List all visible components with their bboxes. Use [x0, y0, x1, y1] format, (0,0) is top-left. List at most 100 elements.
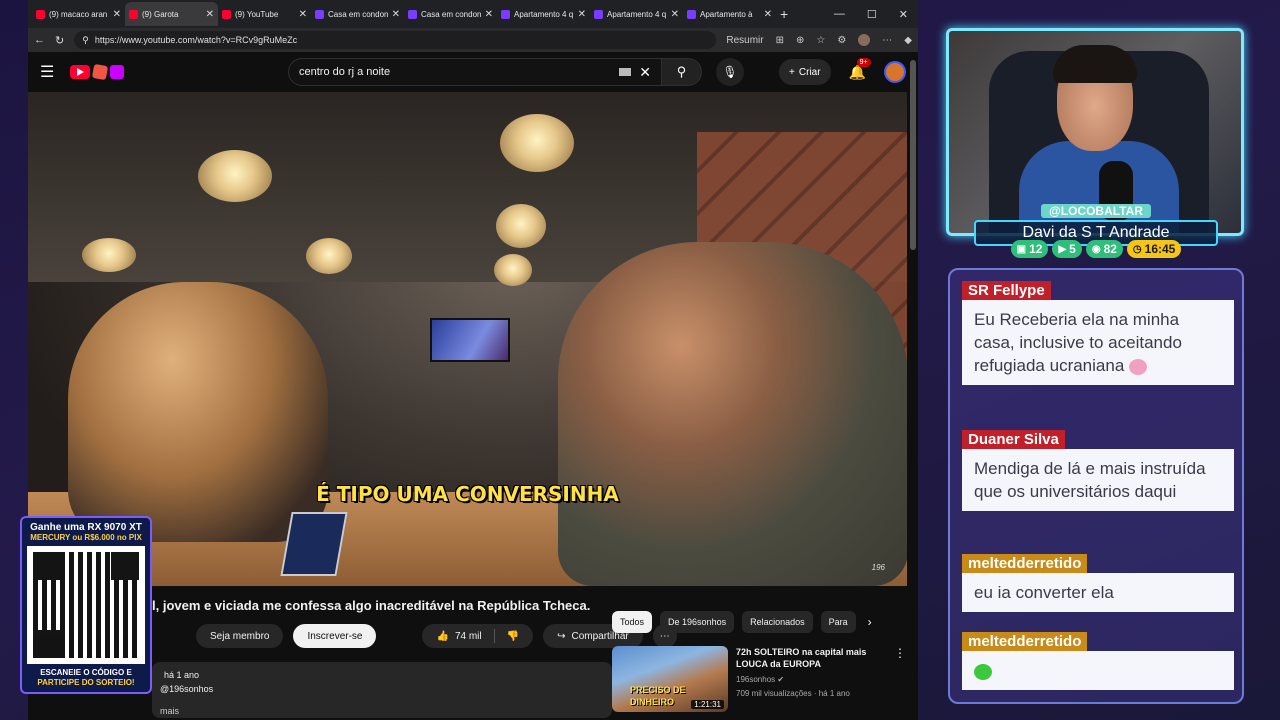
video-scene-tv [430, 318, 510, 362]
search-button[interactable]: ⚲ [662, 58, 702, 86]
zoom-icon[interactable]: ⊕ [796, 35, 804, 46]
tab-bar: (9) macaco aran ✕ (9) Garota ✕ (9) YouTube… [28, 0, 918, 28]
youtube-header: ☰ centro do rj a noite ✕ ⚲ 🎙 + Criar 🔔 9+ [28, 52, 918, 92]
close-tab-icon[interactable]: ✕ [764, 9, 772, 20]
chevron-right-icon[interactable]: › [868, 615, 872, 629]
channel-handle[interactable]: @196sonhos [160, 682, 604, 696]
description-box[interactable]: há 1 ano @196sonhos mais [152, 662, 612, 718]
browser-tab[interactable]: Casa em condon ✕ [311, 2, 404, 26]
close-window-icon[interactable]: ✕ [899, 8, 908, 21]
url-field[interactable]: ⚲ https://www.youtube.com/watch?v=RCv9gR… [74, 31, 717, 49]
more-icon[interactable]: ⋯ [882, 35, 892, 46]
video-scene-person-right [558, 242, 907, 586]
video-scene-lamp [198, 150, 272, 202]
browser-tab-active[interactable]: (9) Garota ✕ [125, 2, 218, 26]
search-icon: ⚲ [676, 64, 687, 79]
chat-author: Duaner Silva [962, 430, 1065, 449]
browser-tab[interactable]: Apartamento 4 q ✕ [590, 2, 683, 26]
chat-count-badge: ▣ 12 [1010, 240, 1049, 258]
recommended-channel[interactable]: 196sonhos ✔ [736, 674, 886, 686]
voice-search-button[interactable]: 🎙 [716, 58, 744, 86]
site-info-icon[interactable]: ⚲ [82, 35, 89, 46]
extension-icon[interactable] [110, 65, 124, 79]
video-watermark: 196 [871, 563, 885, 572]
like-dislike-group: 👍 74 mil 👎 [422, 624, 534, 648]
kick-count-badge: ◉ 82 [1085, 240, 1123, 258]
menu-icon[interactable]: ☰ [40, 62, 70, 82]
chat-text: Eu Receberia ela na minha casa, inclusiv… [962, 300, 1234, 385]
plus-icon: + [789, 66, 795, 78]
back-icon[interactable]: ← [34, 34, 45, 46]
recommended-thumbnail[interactable]: PRECISO DE DINHEIRO 1:21:31 [612, 646, 728, 712]
resumir-button[interactable]: Resumir [726, 35, 763, 46]
page-scrollbar[interactable] [910, 52, 916, 720]
video-scene-lamp [496, 204, 546, 248]
copilot-icon[interactable]: ◆ [904, 35, 912, 46]
video-scene-lamp [494, 254, 532, 286]
notifications-button[interactable]: 🔔 9+ [849, 57, 871, 81]
browser-tab[interactable]: Casa em condon ✕ [404, 2, 497, 26]
stream-stats: ▣ 12 ▶ 5 ◉ 82 ◷ 16:45 [974, 240, 1218, 258]
mic-icon: 🎙 [722, 65, 738, 79]
chip-todos[interactable]: Todos [612, 611, 653, 633]
recommended-video[interactable]: PRECISO DE DINHEIRO 1:21:31 72h SOLTEIRO… [612, 646, 906, 712]
promo-headline: Ganhe uma RX 9070 XT [30, 522, 142, 533]
recommended-views: 709 mil visualizações · há 1 ano [736, 689, 850, 698]
giveaway-promo: Ganhe uma RX 9070 XT MERCURY ou R$6.000 … [20, 516, 152, 694]
video-title: l, jovem e viciada me confessa algo inac… [152, 598, 591, 613]
extensions-icon[interactable]: ⚙ [837, 35, 846, 46]
favorite-star-icon[interactable]: ☆ [816, 35, 825, 46]
site-icon [594, 9, 603, 19]
browser-tab[interactable]: (9) YouTube ✕ [218, 2, 311, 26]
chip-para[interactable]: Para [820, 611, 856, 633]
new-tab-button[interactable]: + [780, 6, 788, 22]
close-tab-icon[interactable]: ✕ [485, 9, 493, 20]
promo-subline: MERCURY ou R$6.000 no PIX [30, 533, 142, 542]
dislike-icon[interactable]: 👎 [507, 631, 519, 642]
clear-search-icon[interactable]: ✕ [639, 64, 651, 81]
scrollbar-thumb[interactable] [910, 60, 916, 250]
extension-icon[interactable] [91, 63, 109, 81]
recommended-info: 72h SOLTEIRO na capital mais LOUCA da EU… [736, 646, 886, 712]
heart-face-emoji-icon [1129, 358, 1148, 375]
chip-related[interactable]: Relacionados [742, 611, 813, 633]
chat-icon: ▣ [1016, 243, 1027, 255]
browser-tab[interactable]: (9) macaco aran ✕ [32, 2, 125, 26]
close-tab-icon[interactable]: ✕ [392, 9, 400, 20]
like-count[interactable]: 74 mil [455, 631, 482, 642]
show-more-link[interactable]: mais [160, 704, 604, 718]
close-tab-icon[interactable]: ✕ [671, 9, 679, 20]
apps-icon[interactable]: ⊞ [776, 35, 784, 46]
related-chips: Todos De 196sonhos Relacionados Para › [612, 611, 872, 633]
search-input[interactable]: centro do rj a noite ✕ [288, 58, 662, 86]
create-button[interactable]: + Criar [779, 59, 831, 85]
share-icon: ↪ [557, 630, 566, 642]
video-scene-lamp [82, 238, 136, 272]
chip-channel[interactable]: De 196sonhos [660, 611, 735, 633]
keyboard-icon[interactable] [619, 68, 632, 76]
kebab-menu-icon[interactable]: ⋮ [894, 646, 906, 712]
reload-icon[interactable]: ↻ [55, 34, 64, 47]
close-tab-icon[interactable]: ✕ [113, 9, 121, 20]
browser-tab[interactable]: Apartamento à ✕ [683, 2, 776, 26]
youtube-icon [36, 9, 45, 19]
close-tab-icon[interactable]: ✕ [578, 9, 586, 20]
recommended-title[interactable]: 72h SOLTEIRO na capital mais LOUCA da EU… [736, 646, 886, 670]
chat-author: meltedderretido [962, 632, 1088, 651]
stream-overlay: (9) macaco aran ✕ (9) Garota ✕ (9) YouTube… [0, 0, 1280, 720]
close-tab-icon[interactable]: ✕ [206, 9, 214, 20]
profile-avatar[interactable] [858, 34, 871, 46]
join-button[interactable]: Seja membro [196, 624, 284, 648]
browser-tab[interactable]: Apartamento 4 q ✕ [497, 2, 590, 26]
upload-date: há 1 ano [164, 670, 200, 680]
youtube-logo[interactable] [70, 63, 230, 81]
subscribe-button[interactable]: Inscrever-se [293, 624, 377, 648]
minimize-icon[interactable]: — [834, 8, 845, 21]
chat-message: Duaner Silva Mendiga de lá e mais instru… [962, 430, 1234, 511]
like-icon[interactable]: 👍 [436, 631, 448, 642]
stream-clock: ◷ 16:45 [1126, 240, 1182, 258]
maximize-icon[interactable]: ☐ [867, 8, 877, 21]
account-avatar[interactable] [884, 61, 906, 83]
video-player[interactable]: É TIPO UMA CONVERSINHA 196 [28, 92, 907, 586]
close-tab-icon[interactable]: ✕ [299, 9, 307, 20]
